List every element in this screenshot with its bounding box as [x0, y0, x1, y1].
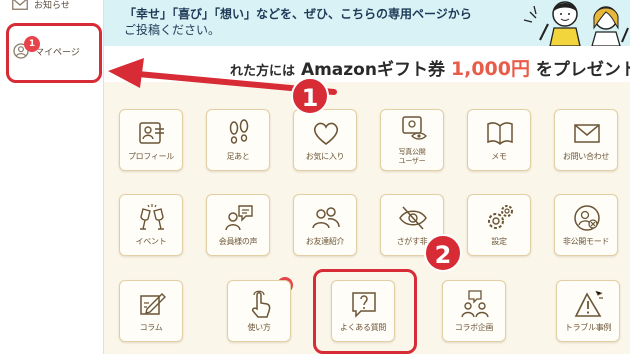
- tile-collab[interactable]: コラボ企画: [442, 280, 506, 342]
- tile-member-voices[interactable]: 会員様の声: [206, 194, 270, 256]
- banner-line-2: ご投稿ください。: [124, 23, 221, 37]
- glasses-cheers-icon: [140, 204, 164, 230]
- tile-label: イベント: [135, 237, 167, 246]
- tile-label: お気に入り: [305, 152, 345, 161]
- step-1-marker: 1: [291, 77, 329, 115]
- tile-private-mode[interactable]: 非公開モード: [554, 194, 618, 256]
- step-2-marker: 2: [424, 234, 462, 272]
- sidebar-item-label: お知らせ: [34, 0, 70, 11]
- banner-text: 「幸せ」「喜び」「想い」などを、ぜひ、こちらの専用ページから ご投稿ください。: [124, 6, 472, 38]
- tile-trouble-cases[interactable]: トラブル事例: [556, 280, 620, 342]
- tap-hand-icon: [252, 290, 271, 318]
- tile-label: トラブル事例: [564, 323, 612, 332]
- tile-label: 使い方: [247, 323, 271, 332]
- mypage-highlight: [6, 23, 102, 83]
- photo-eye-icon: [402, 116, 427, 140]
- tile-events[interactable]: イベント: [119, 194, 183, 256]
- tile-refer-friends[interactable]: お友達紹介: [293, 194, 357, 256]
- tile-label: 会員様の声: [218, 237, 258, 246]
- tile-label: お問い合わせ: [562, 152, 610, 161]
- faq-highlight: [313, 269, 417, 354]
- gears-icon: [488, 205, 513, 229]
- promo-amount: 1,000円: [450, 58, 530, 80]
- tile-label: 写真公開 ユーザー: [398, 148, 426, 165]
- friends-icon: [312, 207, 340, 229]
- heart-icon: [313, 122, 339, 145]
- tile-label: プロフィール: [127, 152, 175, 161]
- promo-suffix: をプレゼント: [535, 60, 630, 80]
- tile-label: コラム: [139, 323, 163, 332]
- profile-card-icon: [139, 122, 164, 144]
- tile-memo[interactable]: メモ: [467, 109, 531, 171]
- collab-icon: [461, 290, 489, 318]
- banner-line-1: 「幸せ」「喜び」「想い」などを、ぜひ、こちらの専用ページから: [124, 7, 472, 21]
- tile-how-to[interactable]: 使い方: [227, 280, 291, 342]
- tile-label: コラボ企画: [454, 323, 494, 332]
- user-speech-icon: [225, 205, 253, 231]
- tile-label: 非公開モード: [562, 237, 610, 246]
- footprints-icon: [229, 119, 249, 144]
- tile-favorites[interactable]: お気に入り: [293, 109, 357, 171]
- mail-icon: [12, 0, 28, 10]
- tile-settings[interactable]: 設定: [467, 194, 531, 256]
- people-illustration: [523, 1, 629, 46]
- pencil-paper-icon: [140, 293, 166, 315]
- tile-column[interactable]: コラム: [119, 280, 183, 342]
- tile-photo-users[interactable]: 写真公開 ユーザー: [380, 109, 444, 171]
- user-x-icon: [574, 205, 600, 231]
- tile-label: 足あと: [226, 152, 250, 161]
- eye-slash-icon: [399, 206, 427, 230]
- tile-profile[interactable]: プロフィール: [119, 109, 183, 171]
- tile-label: お友達紹介: [305, 237, 345, 246]
- warning-icon: [574, 290, 603, 317]
- tile-label: メモ: [491, 152, 507, 161]
- tile-footprints[interactable]: 足あと: [206, 109, 270, 171]
- envelope-icon: [574, 124, 600, 143]
- tile-contact[interactable]: お問い合わせ: [554, 109, 618, 171]
- book-icon: [487, 122, 513, 146]
- tile-label: 設定: [491, 237, 507, 246]
- sidebar-item-notifications[interactable]: お知らせ: [0, 0, 103, 14]
